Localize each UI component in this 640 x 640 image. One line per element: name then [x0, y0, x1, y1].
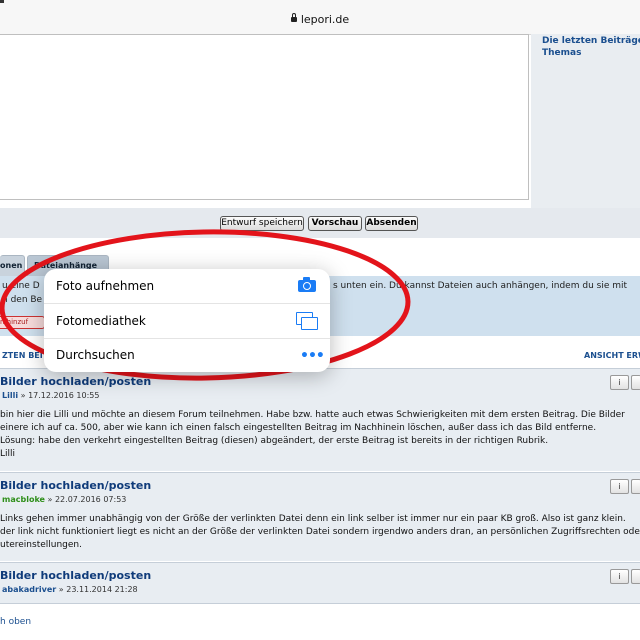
- menu-item-label: Durchsuchen: [56, 348, 135, 362]
- browser-address-bar[interactable]: lepori.de: [0, 0, 640, 35]
- expand-view-link[interactable]: ANSICHT ERW: [584, 351, 640, 360]
- post-date: » 22.07.2016 07:53: [47, 495, 127, 504]
- post-date: » 17.12.2016 10:55: [20, 391, 100, 400]
- window-corner: [0, 0, 4, 3]
- more-icon: •••: [300, 348, 325, 364]
- post-body: Links gehen immer unabhängig von der Grö…: [0, 513, 640, 552]
- post-author[interactable]: abakadriver: [2, 585, 56, 594]
- save-draft-button[interactable]: Entwurf speichern: [220, 216, 304, 231]
- info-icon[interactable]: i: [610, 375, 629, 390]
- post-line: einere ich auf ca. 500, aber wie kann ic…: [0, 423, 597, 433]
- menu-item-photo-library[interactable]: Fotomediathek: [44, 304, 330, 339]
- post-author[interactable]: macbloke: [2, 495, 45, 504]
- post-meta: Lilli » 17.12.2016 10:55: [2, 391, 99, 400]
- editor-buttons-row: Entwurf speichern Vorschau Absenden: [0, 208, 640, 238]
- info-icon[interactable]: i: [610, 479, 629, 494]
- sidebar-link-line1: Die letzten Beiträge: [542, 36, 640, 46]
- post-line: bin hier die Lilli und möchte an diesem …: [0, 410, 625, 420]
- post-item: Bilder hochladen/posten macbloke » 22.07…: [0, 472, 640, 561]
- quote-icon[interactable]: [631, 479, 640, 494]
- url-text: lepori.de: [300, 13, 350, 26]
- post-title[interactable]: Bilder hochladen/posten: [0, 375, 151, 388]
- sidebar-link-line2: Themas: [542, 48, 582, 58]
- right-sidebar: Die letzten Beiträge Themas: [531, 34, 640, 208]
- post-meta: abakadriver » 23.11.2014 21:28: [2, 585, 138, 594]
- tab-options[interactable]: onen: [0, 255, 25, 276]
- post-item: Bilder hochladen/posten abakadriver » 23…: [0, 562, 640, 604]
- post-meta: macbloke » 22.07.2016 07:53: [2, 495, 126, 504]
- menu-item-label: Foto aufnehmen: [56, 279, 155, 293]
- post-line: Links gehen immer unabhängig von der Grö…: [0, 514, 626, 524]
- post-title[interactable]: Bilder hochladen/posten: [0, 479, 151, 492]
- submit-button[interactable]: Absenden: [365, 216, 418, 231]
- attachment-info-text-left: u eine D: [2, 281, 40, 291]
- message-textarea[interactable]: [0, 34, 529, 200]
- menu-item-take-photo[interactable]: Foto aufnehmen: [44, 269, 330, 304]
- back-to-top-link[interactable]: h oben: [0, 617, 31, 627]
- quote-icon[interactable]: [631, 375, 640, 390]
- sidebar-link-recent-posts[interactable]: Die letzten Beiträge Themas: [542, 35, 640, 59]
- post-line: der link nicht funktioniert liegt es nic…: [0, 527, 640, 537]
- quote-icon[interactable]: [631, 569, 640, 584]
- post-body: bin hier die Lilli und möchte an diesem …: [0, 409, 625, 461]
- attachment-info-text-left2: n den Be: [2, 295, 43, 305]
- post-line: Lösung: habe den verkehrt eingestellten …: [0, 436, 549, 446]
- post-item: Bilder hochladen/posten Lilli » 17.12.20…: [0, 368, 640, 471]
- post-author[interactable]: Lilli: [2, 391, 18, 400]
- add-file-button[interactable]: n hinzuf: [0, 316, 45, 329]
- post-date: » 23.11.2014 21:28: [58, 585, 138, 594]
- preview-button[interactable]: Vorschau: [308, 216, 362, 231]
- info-icon[interactable]: i: [610, 569, 629, 584]
- menu-item-browse[interactable]: Durchsuchen •••: [44, 338, 330, 372]
- post-title[interactable]: Bilder hochladen/posten: [0, 569, 151, 582]
- attachment-info-text-right: s unten ein. Du kannst Dateien auch anhä…: [333, 281, 628, 291]
- url-display[interactable]: lepori.de: [0, 13, 640, 26]
- menu-item-label: Fotomediathek: [56, 314, 146, 328]
- photo-library-icon: [296, 312, 318, 330]
- post-line: Lilli: [0, 449, 16, 459]
- camera-icon: [298, 277, 316, 292]
- post-line: utereinstellungen.: [0, 540, 82, 550]
- file-picker-popover: Foto aufnehmen Fotomediathek Durchsuchen…: [44, 269, 330, 372]
- lock-icon: [290, 13, 297, 22]
